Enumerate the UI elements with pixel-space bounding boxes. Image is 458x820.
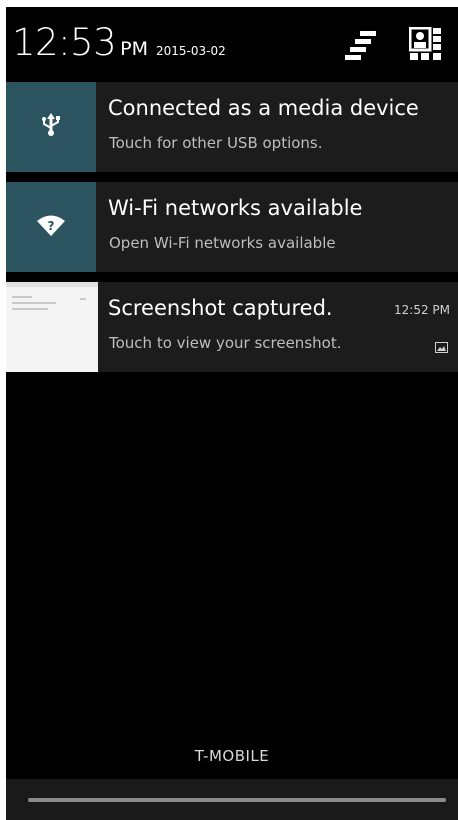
quick-settings-icon[interactable]: [408, 26, 443, 61]
usb-icon-tile: [6, 82, 96, 172]
notification-subtitle: Touch to view your screenshot.: [109, 334, 342, 352]
notification-title: Connected as a media device: [108, 96, 419, 120]
svg-text:?: ?: [48, 219, 55, 233]
thumbnail-line: [12, 296, 32, 298]
thumbnail-line: [12, 308, 48, 310]
notification-screenshot[interactable]: Screenshot captured. 12:52 PM Touch to v…: [6, 282, 458, 372]
notification-title: Wi-Fi networks available: [108, 196, 363, 220]
clock[interactable]: 12:53 PM 2015-03-02: [12, 21, 226, 64]
notification-shade: 12:53 PM 2015-03-02 Connected as a media…: [6, 7, 458, 820]
shade-header: 12:53 PM 2015-03-02: [6, 7, 458, 82]
wifi-icon-tile: ?: [6, 182, 96, 272]
notification-subtitle: Open Wi-Fi networks available: [109, 234, 336, 252]
clock-time: 12:53: [12, 21, 117, 64]
image-icon: [435, 338, 448, 353]
screenshot-thumbnail: [6, 282, 98, 372]
wifi-question-icon: ?: [36, 213, 66, 241]
carrier-label: T-MOBILE: [194, 747, 270, 765]
notification-wifi[interactable]: ? Wi-Fi networks available Open Wi-Fi ne…: [6, 182, 458, 272]
notification-time: 12:52 PM: [394, 303, 450, 317]
notification-usb[interactable]: Connected as a media device Touch for ot…: [6, 82, 458, 172]
thumbnail-line: [12, 302, 56, 304]
notification-title: Screenshot captured.: [108, 296, 333, 320]
clock-date: 2015-03-02: [156, 44, 226, 58]
notification-subtitle: Touch for other USB options.: [109, 134, 323, 152]
usb-icon: [40, 112, 62, 142]
drag-handle-line: [28, 798, 446, 802]
clear-all-icon[interactable]: [344, 27, 378, 61]
thumbnail-line: [80, 298, 86, 300]
clock-ampm: PM: [120, 38, 148, 60]
thumbnail-status-bar: [6, 282, 98, 287]
shade-handle[interactable]: [6, 779, 458, 820]
